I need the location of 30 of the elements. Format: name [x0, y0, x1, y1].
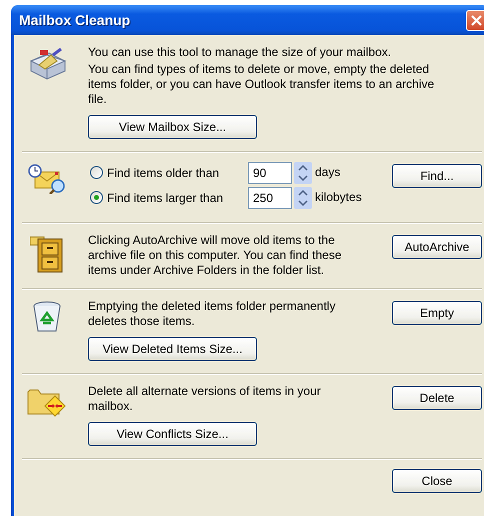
envelope-search-icon — [27, 164, 67, 194]
filing-cabinet-icon — [30, 235, 64, 273]
recycle-bin-icon — [32, 301, 62, 333]
close-icon — [471, 14, 482, 26]
description-text: You can find types of items to delete or move, empty the deleted items folder, or you can have Outlook transfer items to an archive file. — [88, 62, 436, 107]
description-text: You can use this tool to manage the size of your mailbox. — [88, 45, 392, 60]
description-text: Clicking AutoArchive will move old items to the archive file on this computer. You can find these items under Archive Folders in the folder list. — [88, 233, 342, 278]
window-title: Mailbox Cleanup — [19, 12, 130, 28]
spinner-control[interactable] — [294, 186, 312, 208]
view-size-button[interactable]: View Deleted Items Size... — [88, 337, 257, 361]
action-button[interactable]: Delete — [392, 386, 482, 410]
description-text: Delete all alternate versions of items in your mailbox. — [88, 384, 322, 414]
unit-label: kilobytes — [315, 190, 362, 205]
radio-button[interactable] — [90, 166, 103, 179]
close-button[interactable] — [466, 10, 484, 30]
number-field[interactable]: 90 — [248, 162, 292, 184]
tray-brush-icon — [27, 47, 67, 81]
action-button[interactable]: Find... — [392, 164, 482, 188]
radio-option[interactable]: Find items older than — [90, 166, 248, 180]
view-size-button[interactable]: View Conflicts Size... — [88, 422, 257, 446]
spinner-control[interactable] — [294, 162, 312, 184]
radio-option[interactable]: Find items larger than — [90, 190, 248, 204]
radio-button[interactable] — [90, 191, 103, 204]
description-text: Emptying the deleted items folder permanently deletes those items. — [88, 299, 336, 329]
action-button[interactable]: AutoArchive — [392, 235, 482, 259]
action-button[interactable]: Empty — [392, 301, 482, 325]
unit-label: days — [315, 165, 340, 180]
close-dialog-button[interactable]: Close — [392, 469, 482, 493]
view-size-button[interactable]: View Mailbox Size... — [88, 115, 257, 139]
number-field[interactable]: 250 — [248, 186, 292, 208]
